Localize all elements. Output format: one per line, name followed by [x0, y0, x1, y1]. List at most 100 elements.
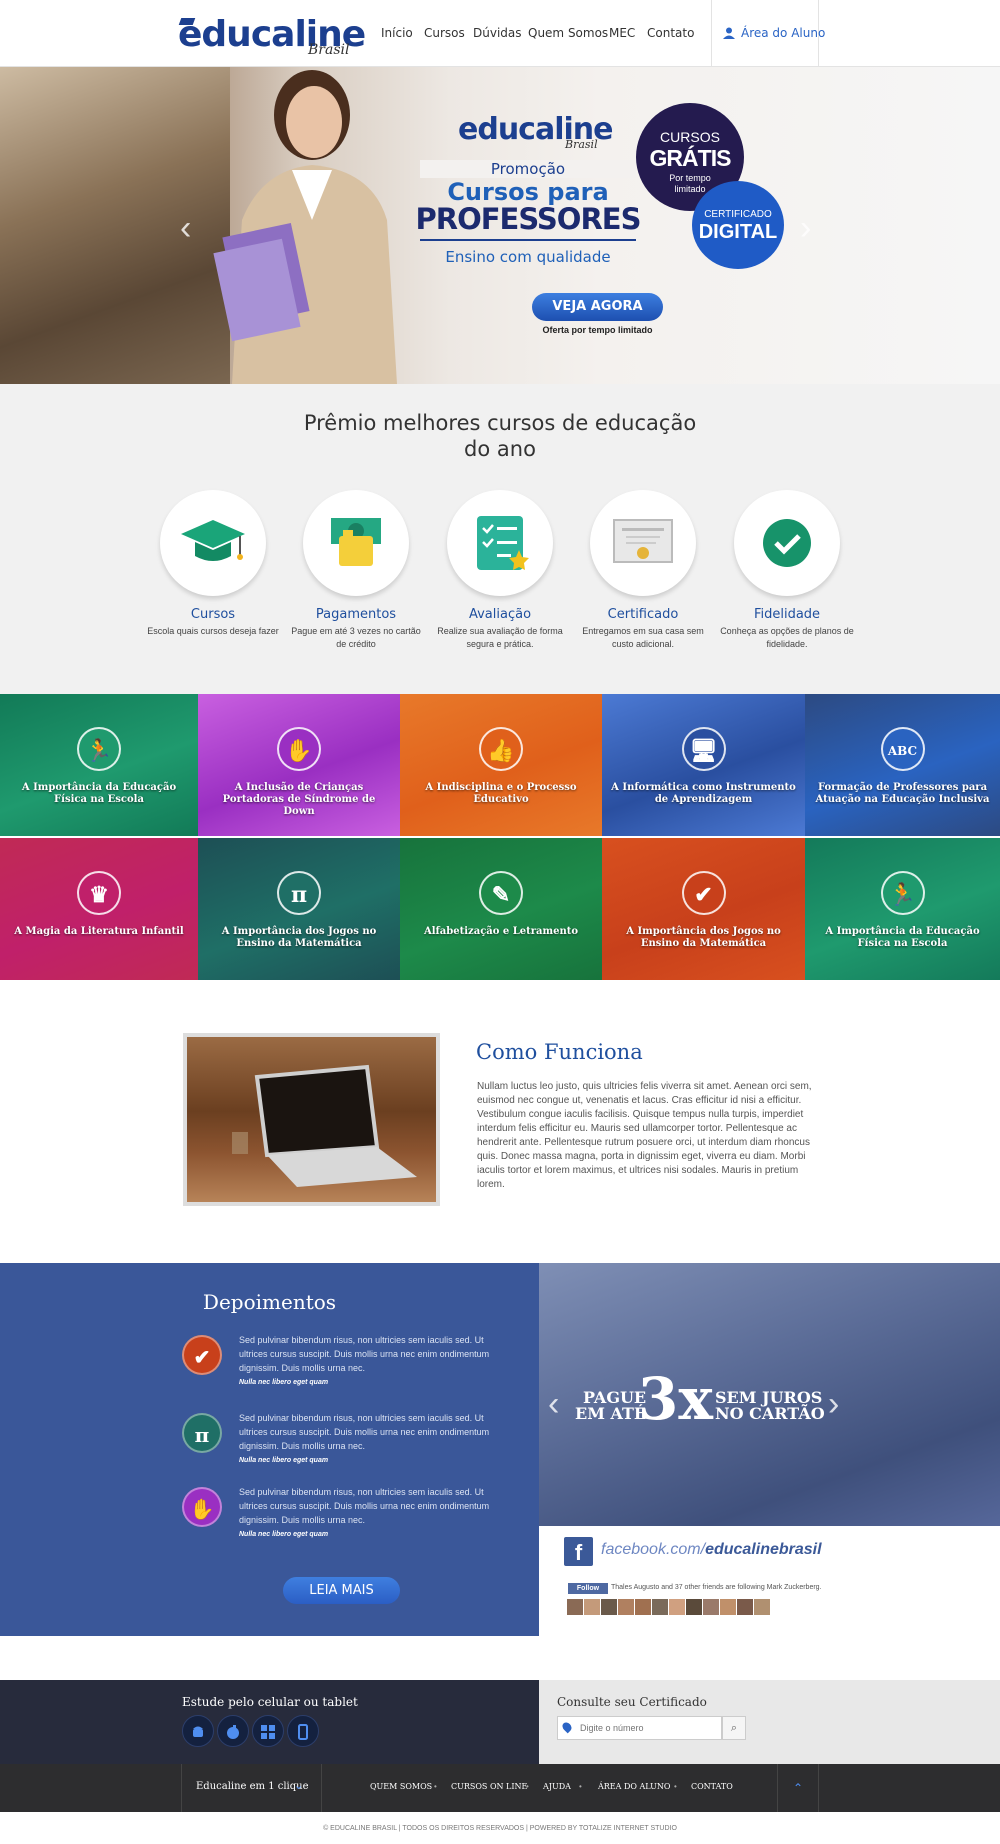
hero-prev-arrow[interactable]: ‹: [180, 210, 200, 246]
facebook-avatar[interactable]: [618, 1599, 634, 1615]
facebook-url[interactable]: facebook.com/educalinebrasil: [601, 1541, 822, 1559]
area-do-aluno-link[interactable]: Área do Aluno: [741, 26, 825, 40]
feature-cursos[interactable]: [160, 490, 266, 596]
course-tile-label: A Indisciplina e o Processo Educativo: [425, 782, 577, 805]
facebook-avatar[interactable]: [652, 1599, 668, 1615]
copyright-text: © EDUCALINE BRASIL | TODOS OS DIREITOS R…: [323, 1825, 677, 1832]
site-logo[interactable]: educaline Brasil: [178, 12, 366, 60]
professores-divider: [420, 239, 636, 241]
promo-text: Promoção: [420, 160, 636, 178]
course-tile[interactable]: 🏃 A Importância da Educação Física na Esc…: [0, 694, 198, 836]
facebook-avatar[interactable]: [754, 1599, 770, 1615]
course-tile-label: A Importância da Educação Física na Esco…: [825, 926, 980, 949]
pay-next-arrow[interactable]: ›: [828, 1385, 839, 1424]
feature-avaliacao[interactable]: [447, 490, 553, 596]
feature-desc-certificado: Entregamos em sua casa sem custo adicion…: [582, 626, 704, 649]
facebook-avatar[interactable]: [703, 1599, 719, 1615]
facebook-avatar[interactable]: [720, 1599, 736, 1615]
testimonial-text: Sed pulvinar bibendum risus, non ultrici…: [239, 1487, 490, 1525]
footer-link-ajuda[interactable]: AJUDA: [543, 1782, 571, 1791]
nav-quem-somos[interactable]: Quem Somos: [528, 26, 608, 40]
footer-link-area-aluno[interactable]: ÁREA DO ALUNO: [598, 1782, 670, 1791]
estude-text: Estude pelo celular ou tablet: [182, 1695, 358, 1709]
badge-line1: CURSOS: [660, 129, 720, 145]
course-tile-icon: ABC: [880, 727, 925, 771]
facebook-avatar[interactable]: [635, 1599, 651, 1615]
facebook-url-prefix: facebook.com/: [601, 1541, 706, 1558]
course-tile-icon: ✋: [277, 727, 321, 771]
testimonial-author: Nulla nec libero eget quam: [239, 1531, 329, 1538]
course-tile[interactable]: 🏃 A Importância da Educação Física na Esc…: [805, 838, 1000, 980]
facebook-avatar[interactable]: [686, 1599, 702, 1615]
facebook-avatar[interactable]: [601, 1599, 617, 1615]
testimonial-icon: ✔: [182, 1335, 222, 1375]
facebook-avatar[interactable]: [567, 1599, 583, 1615]
footer-link-cursos[interactable]: CURSOS ON LINE: [451, 1782, 527, 1791]
facebook-avatar[interactable]: [669, 1599, 685, 1615]
three-x-text: 3x: [638, 1365, 713, 1433]
veja-agora-button[interactable]: VEJA AGORA: [532, 293, 663, 321]
feature-certificado[interactable]: [590, 490, 696, 596]
nav-duvidas[interactable]: Dúvidas: [473, 26, 522, 40]
consulte-certificado-title: Consulte seu Certificado: [557, 1695, 707, 1709]
feature-pagamentos[interactable]: [303, 490, 409, 596]
sem-juros-line2: NO CARTÃO: [715, 1404, 825, 1423]
course-tile-label: A Informática como Instrumento de Aprend…: [611, 782, 796, 805]
user-icon: [723, 27, 735, 39]
course-tile[interactable]: ♛ A Magia da Literatura Infantil: [0, 838, 198, 980]
phone-icon[interactable]: [287, 1715, 319, 1747]
android-icon[interactable]: [182, 1715, 214, 1747]
footer-link-quem-somos[interactable]: QUEM SOMOS: [370, 1782, 432, 1791]
apple-icon[interactable]: [217, 1715, 249, 1747]
testimonial-author: Nulla nec libero eget quam: [239, 1457, 329, 1464]
feature-title-cursos: Cursos: [190, 607, 236, 622]
feature-desc-avaliacao: Realize sua avaliação de forma segura e …: [437, 626, 563, 649]
nav-mec[interactable]: MEC: [609, 26, 635, 40]
facebook-icon[interactable]: f: [564, 1537, 593, 1566]
pague-line2: EM ATÉ: [575, 1404, 647, 1423]
hero-next-arrow[interactable]: ›: [800, 210, 820, 246]
course-tile[interactable]: ✋ A Inclusão de Crianças Portadoras de Sí…: [198, 694, 400, 836]
course-tile-label: Alfabetização e Letramento: [423, 926, 579, 937]
search-button[interactable]: ⌕: [722, 1716, 746, 1740]
course-tile[interactable]: ✔ A Importância dos Jogos no Ensino da Ma…: [602, 838, 805, 980]
laptop-photo: [183, 1033, 440, 1206]
course-tile[interactable]: 👍 A Indisciplina e o Processo Educativo: [400, 694, 602, 836]
course-tile-icon: π: [277, 871, 321, 915]
course-tile-icon: 🏃: [880, 871, 925, 915]
course-tile[interactable]: ✎ Alfabetização e Letramento: [400, 838, 602, 980]
pay-prev-arrow[interactable]: ‹: [548, 1385, 559, 1424]
course-tile[interactable]: 🖥 A Informática como Instrumento de Apren…: [602, 694, 805, 836]
testimonial-icon: π: [182, 1413, 222, 1453]
windows-icon[interactable]: [252, 1715, 284, 1747]
certificado-number-input[interactable]: [557, 1716, 722, 1740]
course-tile-label: A Importância dos Jogos no Ensino da Mat…: [626, 926, 781, 949]
feature-title-fidelidade: Fidelidade: [753, 607, 821, 622]
badge2-line2: DIGITAL: [698, 221, 778, 243]
footer-link-contato[interactable]: CONTATO: [691, 1782, 733, 1791]
facebook-follow-button[interactable]: Follow: [568, 1583, 608, 1594]
nav-inicio[interactable]: Início: [381, 26, 413, 40]
course-tile[interactable]: ABC Formação de Professores para Atuação …: [805, 694, 1000, 836]
facebook-avatar[interactable]: [584, 1599, 600, 1615]
course-tile[interactable]: π A Importância dos Jogos no Ensino da Ma…: [198, 838, 400, 980]
testimonial-text: Sed pulvinar bibendum risus, non ultrici…: [239, 1335, 490, 1373]
footer-separator: •: [526, 1782, 529, 1791]
course-tile-icon: ♛: [77, 871, 121, 915]
facebook-follow-text: Thales Augusto and 37 other friends are …: [611, 1584, 822, 1591]
graduation-cap-icon: [181, 520, 245, 561]
nav-contato[interactable]: Contato: [647, 26, 694, 40]
facebook-url-name: educalinebrasil: [705, 1541, 822, 1558]
back-to-top-button[interactable]: ⌃: [777, 1764, 819, 1812]
checklist-icon: [477, 516, 529, 570]
um-clique-label: Educaline em 1 clique: [196, 1781, 309, 1792]
leia-mais-button[interactable]: LEIA MAIS: [283, 1577, 400, 1604]
feature-fidelidade[interactable]: [734, 490, 840, 596]
footer-separator: •: [434, 1782, 437, 1791]
footer-separator: •: [674, 1782, 677, 1791]
badge-line2: GRÁTIS: [649, 145, 732, 171]
oferta-text: Oferta por tempo limitado: [542, 325, 653, 335]
facebook-avatar[interactable]: [737, 1599, 753, 1615]
testimonial-text: Sed pulvinar bibendum risus, non ultrici…: [239, 1413, 490, 1451]
nav-cursos[interactable]: Cursos: [424, 26, 465, 40]
